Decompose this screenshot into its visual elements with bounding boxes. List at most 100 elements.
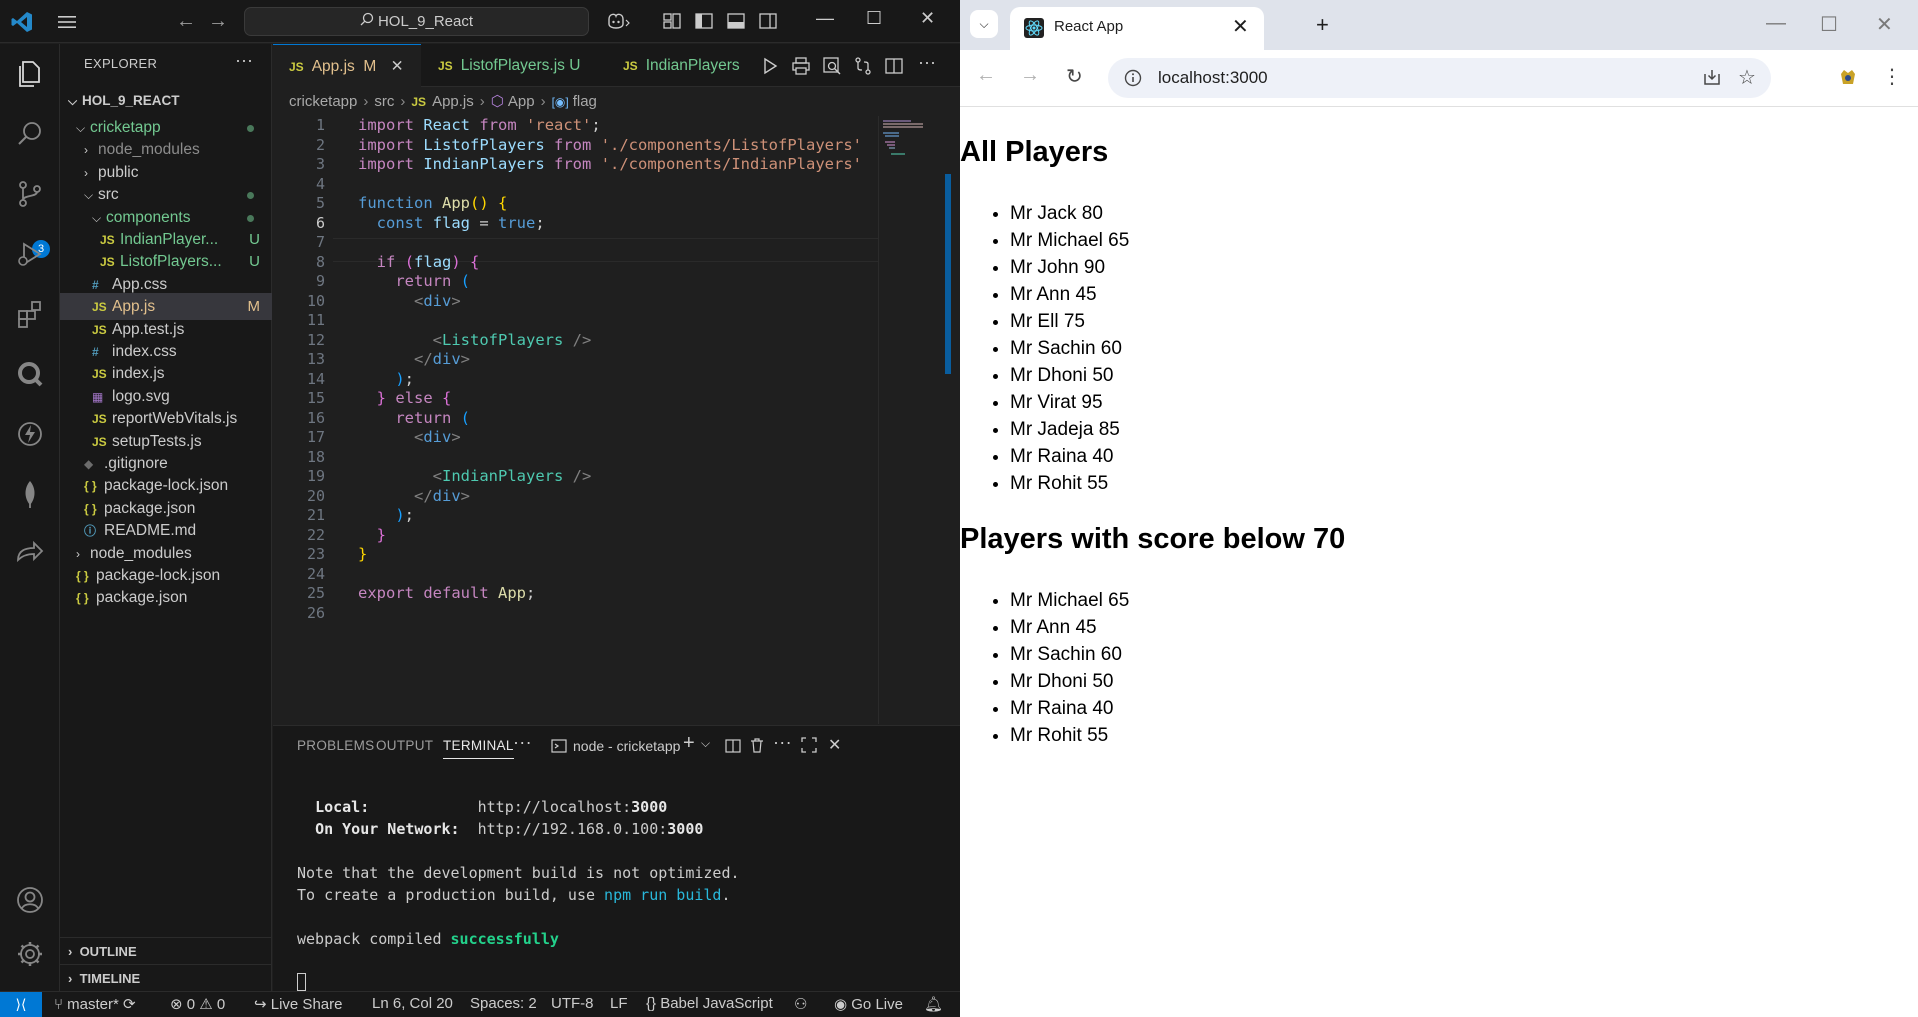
thunder-client-icon[interactable] <box>14 418 46 450</box>
split-editor-icon[interactable] <box>884 56 904 76</box>
extensions-icon[interactable] <box>14 298 46 330</box>
problems-status[interactable]: ⊗ 0 ⚠ 0 <box>170 995 225 1013</box>
close-tab-icon[interactable]: ✕ <box>1232 14 1249 39</box>
new-tab-icon[interactable]: + <box>1316 12 1329 38</box>
account-icon[interactable] <box>14 884 46 916</box>
run-file-icon[interactable] <box>760 56 780 76</box>
command-center-search[interactable]: HOL_9_React <box>244 7 589 36</box>
indentation[interactable]: Spaces: 2 <box>470 995 537 1012</box>
terminal-cursor[interactable] <box>297 973 306 991</box>
tab-terminal[interactable]: TERMINAL <box>443 738 514 759</box>
browser-tab-react-app[interactable]: React App ✕ <box>1010 7 1264 50</box>
outline-section[interactable]: › OUTLINE <box>60 937 272 964</box>
mongodb-icon[interactable] <box>14 478 46 510</box>
line-number: 24 <box>306 564 325 583</box>
cursor-position[interactable]: Ln 6, Col 20 <box>372 995 453 1012</box>
build-suffix: . <box>721 886 731 904</box>
bookmark-star-icon[interactable]: ☆ <box>1738 65 1756 90</box>
code-editor[interactable]: 1 2 3 4 5 6 7 8 9 10 11 12 13 14 15 16 17 18 19 20 21 22 23 24 2… <box>273 116 878 724</box>
live-share-status[interactable]: ↪ Live Share <box>254 995 342 1013</box>
notifications-bell-icon[interactable]: 🔔︎ <box>924 995 943 1013</box>
explorer-icon[interactable] <box>14 58 46 90</box>
tree-item-label: App.test.js <box>112 320 185 338</box>
copilot-icon[interactable] <box>605 11 631 31</box>
tab-search-chevron-icon[interactable]: ⌵ <box>970 10 998 38</box>
reload-icon[interactable]: ↻ <box>1066 64 1083 89</box>
tab-close-icon[interactable]: ✕ <box>391 58 404 75</box>
trash-icon[interactable] <box>749 737 765 754</box>
maximize-icon[interactable]: ☐ <box>1820 12 1838 37</box>
tab-app-js[interactable]: JS App.js M ✕ <box>273 44 421 87</box>
editor-scrollbar[interactable] <box>945 174 951 374</box>
back-arrow-icon[interactable]: ← <box>976 64 996 87</box>
install-app-icon[interactable] <box>1702 68 1722 88</box>
timeline-section[interactable]: › TIMELINE <box>60 964 272 991</box>
tree-item-label: ListofPlayers... <box>120 253 222 271</box>
tab-problems[interactable]: PROBLEMS <box>297 738 374 753</box>
more-actions-icon[interactable]: ··· <box>918 52 938 72</box>
line-number: 16 <box>306 408 325 427</box>
go-live-status[interactable]: ◉ Go Live <box>834 995 903 1013</box>
customize-layout-icon[interactable] <box>662 11 682 31</box>
player-list-item: Mr Dhoni 50 <box>1010 362 1129 389</box>
remote-indicator-icon[interactable]: ⟩⟨ <box>0 992 42 1017</box>
maximize-icon[interactable]: ☐ <box>866 8 882 29</box>
error-count: 0 <box>186 996 196 1013</box>
address-bar[interactable]: localhost:3000 ☆ <box>1108 58 1771 98</box>
search-icon[interactable] <box>14 118 46 150</box>
minimize-icon[interactable]: — <box>1766 12 1786 35</box>
file-item[interactable]: { } package.json <box>60 584 272 611</box>
more-actions-icon[interactable]: ··· <box>773 732 792 753</box>
end-of-line[interactable]: LF <box>610 995 628 1012</box>
branch-status[interactable]: ⑂ master* ⟳ <box>54 995 136 1013</box>
tab-indianplayers[interactable]: JS IndianPlayers <box>607 44 747 87</box>
language-mode[interactable]: {} Babel JavaScript <box>646 995 773 1012</box>
activity-bar: 3 <box>0 44 60 991</box>
close-icon[interactable]: ✕ <box>920 8 935 29</box>
vscode-logo-icon[interactable] <box>10 10 34 34</box>
code-line: export default App; <box>358 584 536 602</box>
maximize-panel-icon[interactable] <box>801 737 817 753</box>
close-icon[interactable]: ✕ <box>1876 12 1893 37</box>
breadcrumb-item[interactable]: App.js <box>432 93 474 110</box>
toggle-primary-sidebar-icon[interactable] <box>694 11 714 31</box>
forward-arrow-icon[interactable]: → <box>208 10 228 33</box>
breadcrumb-item[interactable]: src <box>374 93 394 110</box>
close-panel-icon[interactable]: ✕ <box>828 735 842 755</box>
source-control-icon[interactable] <box>14 178 46 210</box>
encoding[interactable]: UTF-8 <box>551 995 594 1012</box>
preview-search-icon[interactable] <box>822 56 842 76</box>
tab-output[interactable]: OUTPUT <box>376 738 433 753</box>
toggle-secondary-sidebar-icon[interactable] <box>758 11 778 31</box>
chevron-down-icon[interactable]: ⌵ <box>701 736 710 751</box>
site-info-icon[interactable] <box>1124 69 1142 87</box>
breadcrumb-item[interactable]: flag <box>573 93 597 110</box>
compare-changes-icon[interactable] <box>853 56 873 76</box>
menu-icon[interactable] <box>56 12 78 32</box>
run-debug-icon[interactable] <box>14 238 46 270</box>
more-tabs-icon[interactable]: ··· <box>513 732 532 753</box>
forward-arrow-icon[interactable]: → <box>1020 64 1040 87</box>
more-actions-icon[interactable]: ··· <box>235 50 253 71</box>
back-arrow-icon[interactable]: ← <box>176 10 196 33</box>
go-live-label: Go Live <box>851 996 903 1013</box>
browser-menu-icon[interactable]: ⋮ <box>1882 64 1902 89</box>
new-terminal-icon[interactable]: + <box>683 732 695 755</box>
breadcrumb-item[interactable]: cricketapp <box>289 93 357 110</box>
settings-gear-icon[interactable] <box>14 938 46 970</box>
js-file-icon: JS <box>623 59 638 73</box>
terminal-instance-name[interactable]: node - cricketapp <box>573 738 680 754</box>
profile-avatar[interactable] <box>1836 66 1860 90</box>
minimize-icon[interactable]: — <box>816 8 834 29</box>
copilot-status-icon[interactable]: ⚇ <box>794 995 807 1013</box>
workspace-root[interactable]: ⌵ HOL_9_REACT <box>60 87 272 114</box>
toggle-panel-icon[interactable] <box>726 11 746 31</box>
player-list-item: Mr Sachin 60 <box>1010 641 1129 668</box>
split-terminal-icon[interactable] <box>725 738 741 754</box>
quokka-icon[interactable] <box>14 358 46 390</box>
print-icon[interactable] <box>791 56 811 76</box>
tab-listofplayers-js[interactable]: JS ListofPlayers.js U <box>422 44 589 87</box>
breadcrumb-item[interactable]: App <box>508 93 535 110</box>
all-players-list: Mr Jack 80Mr Michael 65Mr John 90Mr Ann … <box>1010 200 1129 497</box>
live-share-icon[interactable] <box>14 538 46 570</box>
